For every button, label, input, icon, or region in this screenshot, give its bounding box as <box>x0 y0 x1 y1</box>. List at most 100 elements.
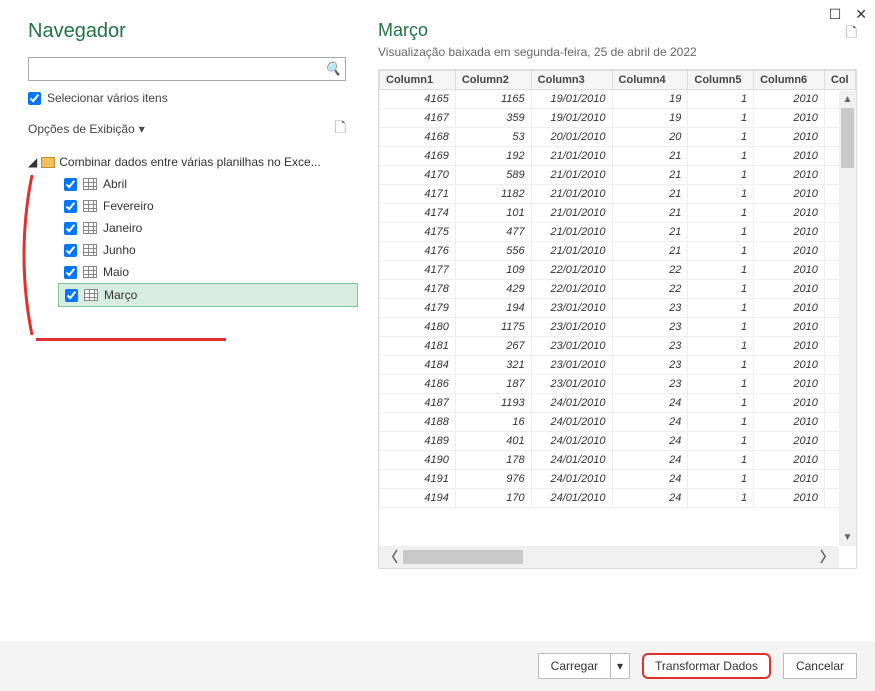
table-cell: 2010 <box>754 413 825 432</box>
table-cell: 2010 <box>754 337 825 356</box>
table-cell: 4186 <box>380 375 456 394</box>
table-cell: 4191 <box>380 470 456 489</box>
tree-item[interactable]: Fevereiro <box>58 195 358 217</box>
tree-root-item[interactable]: ◢ Combinar dados entre várias planilhas … <box>28 151 358 173</box>
table-cell: 20 <box>612 128 688 147</box>
scroll-left-icon[interactable]: 〈 <box>379 547 403 567</box>
table-cell: 2010 <box>754 451 825 470</box>
tree-item-checkbox[interactable] <box>64 266 77 279</box>
table-row[interactable]: 417842922/01/20102212010 <box>380 280 856 299</box>
close-icon[interactable]: ✕ <box>855 6 867 23</box>
column-header[interactable]: Column5 <box>688 71 754 90</box>
table-row[interactable]: 418940124/01/20102412010 <box>380 432 856 451</box>
table-cell: 21 <box>612 185 688 204</box>
search-box[interactable]: 🔍 <box>28 57 346 81</box>
table-cell: 1 <box>688 242 754 261</box>
table-row[interactable]: 418618723/01/20102312010 <box>380 375 856 394</box>
table-cell: 24/01/2010 <box>531 470 612 489</box>
table-cell: 2010 <box>754 166 825 185</box>
table-row[interactable]: 419417024/01/20102412010 <box>380 489 856 508</box>
preview-refresh-icon[interactable]: 🗋 <box>846 22 857 46</box>
table-cell: 24 <box>612 432 688 451</box>
table-row[interactable]: 417655621/01/20102112010 <box>380 242 856 261</box>
table-cell: 19 <box>612 109 688 128</box>
table-row[interactable]: 417410121/01/20102112010 <box>380 204 856 223</box>
column-header[interactable]: Col <box>824 71 855 90</box>
tree-item-checkbox[interactable] <box>65 289 78 302</box>
horizontal-scroll-thumb[interactable] <box>403 550 523 564</box>
horizontal-scrollbar[interactable]: 〈 〉 <box>379 546 839 568</box>
tree-item[interactable]: Abril <box>58 173 358 195</box>
scroll-down-icon[interactable]: ▼ <box>839 529 856 546</box>
tree-item[interactable]: Junho <box>58 239 358 261</box>
column-header[interactable]: Column2 <box>455 71 531 90</box>
table-cell: 477 <box>455 223 531 242</box>
table-cell: 23 <box>612 375 688 394</box>
tree-item-checkbox[interactable] <box>64 178 77 191</box>
table-row[interactable]: 4180117523/01/20102312010 <box>380 318 856 337</box>
table-cell: 1182 <box>455 185 531 204</box>
scroll-up-icon[interactable]: ▲ <box>839 91 856 108</box>
transform-data-button[interactable]: Transformar Dados <box>642 653 771 679</box>
table-cell: 2010 <box>754 299 825 318</box>
table-cell: 16 <box>455 413 531 432</box>
scroll-right-icon[interactable]: 〉 <box>815 547 839 567</box>
preview-panel: Março Visualização baixada em segunda-fe… <box>368 20 857 625</box>
tree-item-label: Abril <box>103 177 127 191</box>
tree-item-checkbox[interactable] <box>64 244 77 257</box>
table-row[interactable]: 4171118221/01/20102112010 <box>380 185 856 204</box>
table-row[interactable]: 41881624/01/20102412010 <box>380 413 856 432</box>
column-header[interactable]: Column4 <box>612 71 688 90</box>
table-cell: 4167 <box>380 109 456 128</box>
search-input[interactable] <box>29 60 321 78</box>
load-button[interactable]: Carregar <box>538 653 610 679</box>
table-cell: 22 <box>612 280 688 299</box>
table-row[interactable]: 41685320/01/20102012010 <box>380 128 856 147</box>
table-cell: 23 <box>612 337 688 356</box>
column-header[interactable]: Column1 <box>380 71 456 90</box>
table-cell: 23/01/2010 <box>531 356 612 375</box>
table-row[interactable]: 419197624/01/20102412010 <box>380 470 856 489</box>
cancel-button[interactable]: Cancelar <box>783 653 857 679</box>
table-cell: 19 <box>612 90 688 109</box>
sheet-icon <box>83 178 97 190</box>
table-cell: 2010 <box>754 185 825 204</box>
vertical-scroll-thumb[interactable] <box>841 108 854 168</box>
display-options-dropdown[interactable]: Opções de Exibição ▾ <box>28 122 145 136</box>
tree-item-checkbox[interactable] <box>64 200 77 213</box>
table-cell: 1 <box>688 375 754 394</box>
table-row[interactable]: 4165116519/01/20101912010 <box>380 90 856 109</box>
table-row[interactable]: 417058921/01/20102112010 <box>380 166 856 185</box>
column-header[interactable]: Column6 <box>754 71 825 90</box>
table-cell: 1 <box>688 432 754 451</box>
collapse-icon[interactable]: ◢ <box>28 155 37 169</box>
load-split-button[interactable]: Carregar ▾ <box>538 653 630 679</box>
table-cell: 4177 <box>380 261 456 280</box>
table-cell: 4170 <box>380 166 456 185</box>
tree-item-label: Maio <box>103 265 129 279</box>
tree-item[interactable]: Janeiro <box>58 217 358 239</box>
select-multiple-checkbox[interactable]: Selecionar vários itens <box>28 91 358 105</box>
tree-item[interactable]: Maio <box>58 261 358 283</box>
table-row[interactable]: 417710922/01/20102212010 <box>380 261 856 280</box>
vertical-scrollbar[interactable]: ▲ ▼ <box>839 91 856 546</box>
search-icon[interactable]: 🔍 <box>321 61 345 77</box>
column-header[interactable]: Column3 <box>531 71 612 90</box>
table-cell: 359 <box>455 109 531 128</box>
table-cell: 19/01/2010 <box>531 109 612 128</box>
table-row[interactable]: 418432123/01/20102312010 <box>380 356 856 375</box>
table-row[interactable]: 417547721/01/20102112010 <box>380 223 856 242</box>
table-row[interactable]: 416735919/01/20101912010 <box>380 109 856 128</box>
refresh-icon[interactable]: 🗋 <box>335 117 346 141</box>
tree-item[interactable]: Março <box>58 283 358 307</box>
table-cell: 22/01/2010 <box>531 280 612 299</box>
table-row[interactable]: 419017824/01/20102412010 <box>380 451 856 470</box>
load-dropdown-button[interactable]: ▾ <box>610 653 630 679</box>
table-row[interactable]: 4187119324/01/20102412010 <box>380 394 856 413</box>
tree-item-checkbox[interactable] <box>64 222 77 235</box>
select-multiple-input[interactable] <box>28 92 41 105</box>
table-row[interactable]: 418126723/01/20102312010 <box>380 337 856 356</box>
table-row[interactable]: 416919221/01/20102112010 <box>380 147 856 166</box>
table-row[interactable]: 417919423/01/20102312010 <box>380 299 856 318</box>
table-cell: 1 <box>688 299 754 318</box>
